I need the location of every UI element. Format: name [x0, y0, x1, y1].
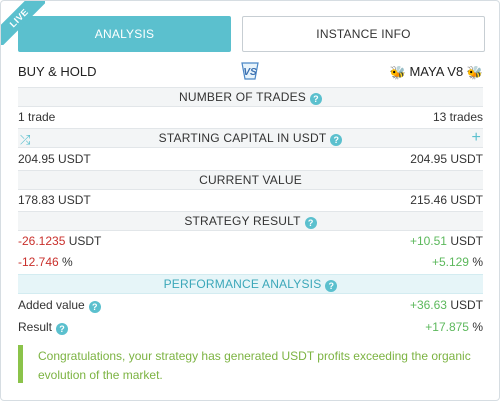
strategy-result-pct: +5.129 % — [432, 252, 483, 272]
strategy-current-value: 215.46 USDT — [410, 193, 483, 207]
unit: USDT — [68, 234, 102, 248]
analysis-card: LIVE ANALYSIS INSTANCE INFO BUY & HOLD V… — [0, 0, 500, 401]
live-ribbon: LIVE — [1, 1, 45, 45]
added-value-row: Added value? +36.63 USDT — [18, 295, 483, 315]
help-icon[interactable]: ? — [325, 280, 338, 292]
section-current-value: CURRENT VALUE — [18, 170, 483, 190]
section-performance-analysis: PERFORMANCE ANALYSIS? — [18, 274, 483, 294]
result-pct-row: -12.746 % +5.129 % — [18, 252, 483, 272]
strategy-result-usdt: +10.51 USDT — [410, 231, 483, 251]
section-starting-capital: ⤮ STARTING CAPITAL IN USDT? + — [18, 128, 483, 148]
result-label-wrap: Result? — [18, 317, 69, 337]
section-title: NUMBER OF TRADES — [179, 90, 306, 104]
help-icon[interactable]: ? — [56, 323, 69, 335]
buy-hold-label: BUY & HOLD — [18, 64, 97, 79]
strategy-pct-value: +5.129 — [431, 255, 469, 269]
help-icon[interactable]: ? — [304, 217, 317, 229]
bee-icon: 🐝 — [389, 65, 406, 80]
tab-instance-info[interactable]: INSTANCE INFO — [242, 16, 485, 52]
unit: % — [472, 320, 483, 334]
plus-icon[interactable]: + — [471, 128, 481, 147]
buy-hold-result-value: -26.1235 — [18, 234, 66, 248]
buy-hold-pct-value: -12.746 — [18, 255, 59, 269]
help-icon[interactable]: ? — [88, 301, 101, 313]
added-value: +36.63 USDT — [410, 295, 483, 315]
bee-icon: 🐝 — [466, 65, 483, 80]
section-title: CURRENT VALUE — [199, 173, 302, 187]
tab-analysis[interactable]: ANALYSIS — [18, 16, 231, 52]
versus-icon: VS — [241, 62, 259, 80]
section-strategy-result: STRATEGY RESULT? — [18, 211, 483, 231]
section-number-of-trades: NUMBER OF TRADES? — [18, 87, 483, 107]
capital-row: 204.95 USDT 204.95 USDT — [18, 149, 483, 169]
result-value: +17.875 % — [425, 317, 483, 337]
buy-hold-result-usdt: -26.1235 USDT — [18, 231, 101, 251]
buy-hold-capital: 204.95 USDT — [18, 152, 91, 166]
success-message: Congratulations, your strategy has gener… — [18, 345, 484, 383]
unit: % — [62, 255, 73, 269]
svg-text:VS: VS — [243, 67, 257, 78]
section-title: STRATEGY RESULT — [184, 214, 301, 228]
buy-hold-trades: 1 trade — [18, 110, 56, 124]
strategy-capital: 204.95 USDT — [410, 152, 483, 166]
strategy-trades: 13 trades — [432, 110, 483, 124]
live-ribbon-label: LIVE — [1, 1, 45, 45]
section-title: STARTING CAPITAL IN USDT — [158, 131, 327, 145]
unit: USDT — [450, 234, 483, 248]
strategy-result-value: +10.51 — [409, 234, 447, 248]
section-title: PERFORMANCE ANALYSIS — [163, 277, 322, 291]
current-value-row: 178.83 USDT 215.46 USDT — [18, 190, 483, 210]
buy-hold-current-value: 178.83 USDT — [18, 193, 91, 207]
added-value-label-wrap: Added value? — [18, 295, 101, 315]
strategy-name-label: MAYA V8 — [409, 64, 464, 79]
result-value-number: +17.875 — [425, 320, 469, 334]
help-icon[interactable]: ? — [330, 134, 343, 146]
added-value-label: Added value — [18, 298, 85, 312]
added-value-number: +36.63 — [409, 298, 447, 312]
buy-hold-result-pct: -12.746 % — [18, 252, 73, 272]
shuffle-icon[interactable]: ⤮ — [20, 130, 31, 149]
trades-row: 1 trade 13 trades — [18, 107, 483, 127]
help-icon[interactable]: ? — [310, 93, 322, 105]
result-label: Result — [18, 320, 53, 334]
unit: USDT — [450, 298, 483, 312]
result-row: Result? +17.875 % — [18, 317, 483, 337]
strategy-name: 🐝 MAYA V8 🐝 — [390, 64, 483, 81]
comparison-header: BUY & HOLD VS 🐝 MAYA V8 🐝 — [18, 61, 483, 81]
unit: % — [472, 255, 483, 269]
result-usdt-row: -26.1235 USDT +10.51 USDT — [18, 231, 483, 251]
